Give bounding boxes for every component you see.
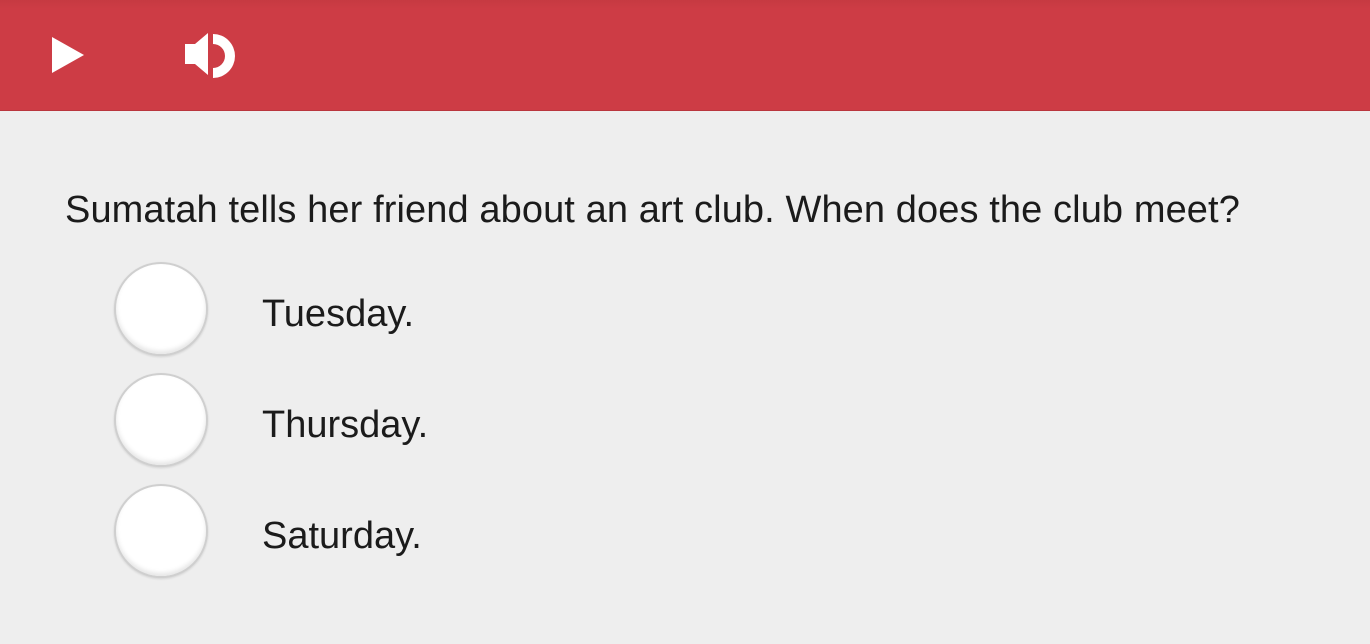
option-thursday[interactable]: Thursday. (114, 373, 534, 484)
option-tuesday[interactable]: Tuesday. (114, 262, 534, 373)
top-toolbar (0, 0, 1370, 111)
option-saturday[interactable]: Saturday. (114, 484, 534, 595)
answer-options: Tuesday. Thursday. Saturday. (114, 262, 534, 595)
question-text: Sumatah tells her friend about an art cl… (65, 189, 1240, 231)
radio-button[interactable] (114, 262, 208, 356)
audio-button[interactable] (178, 22, 242, 86)
radio-button[interactable] (114, 373, 208, 467)
radio-button[interactable] (114, 484, 208, 578)
speaker-icon (185, 33, 235, 78)
option-label: Thursday. (262, 404, 429, 446)
option-label: Tuesday. (262, 293, 415, 335)
option-label: Saturday. (262, 515, 422, 557)
play-button[interactable] (35, 22, 99, 86)
play-icon (52, 37, 84, 73)
